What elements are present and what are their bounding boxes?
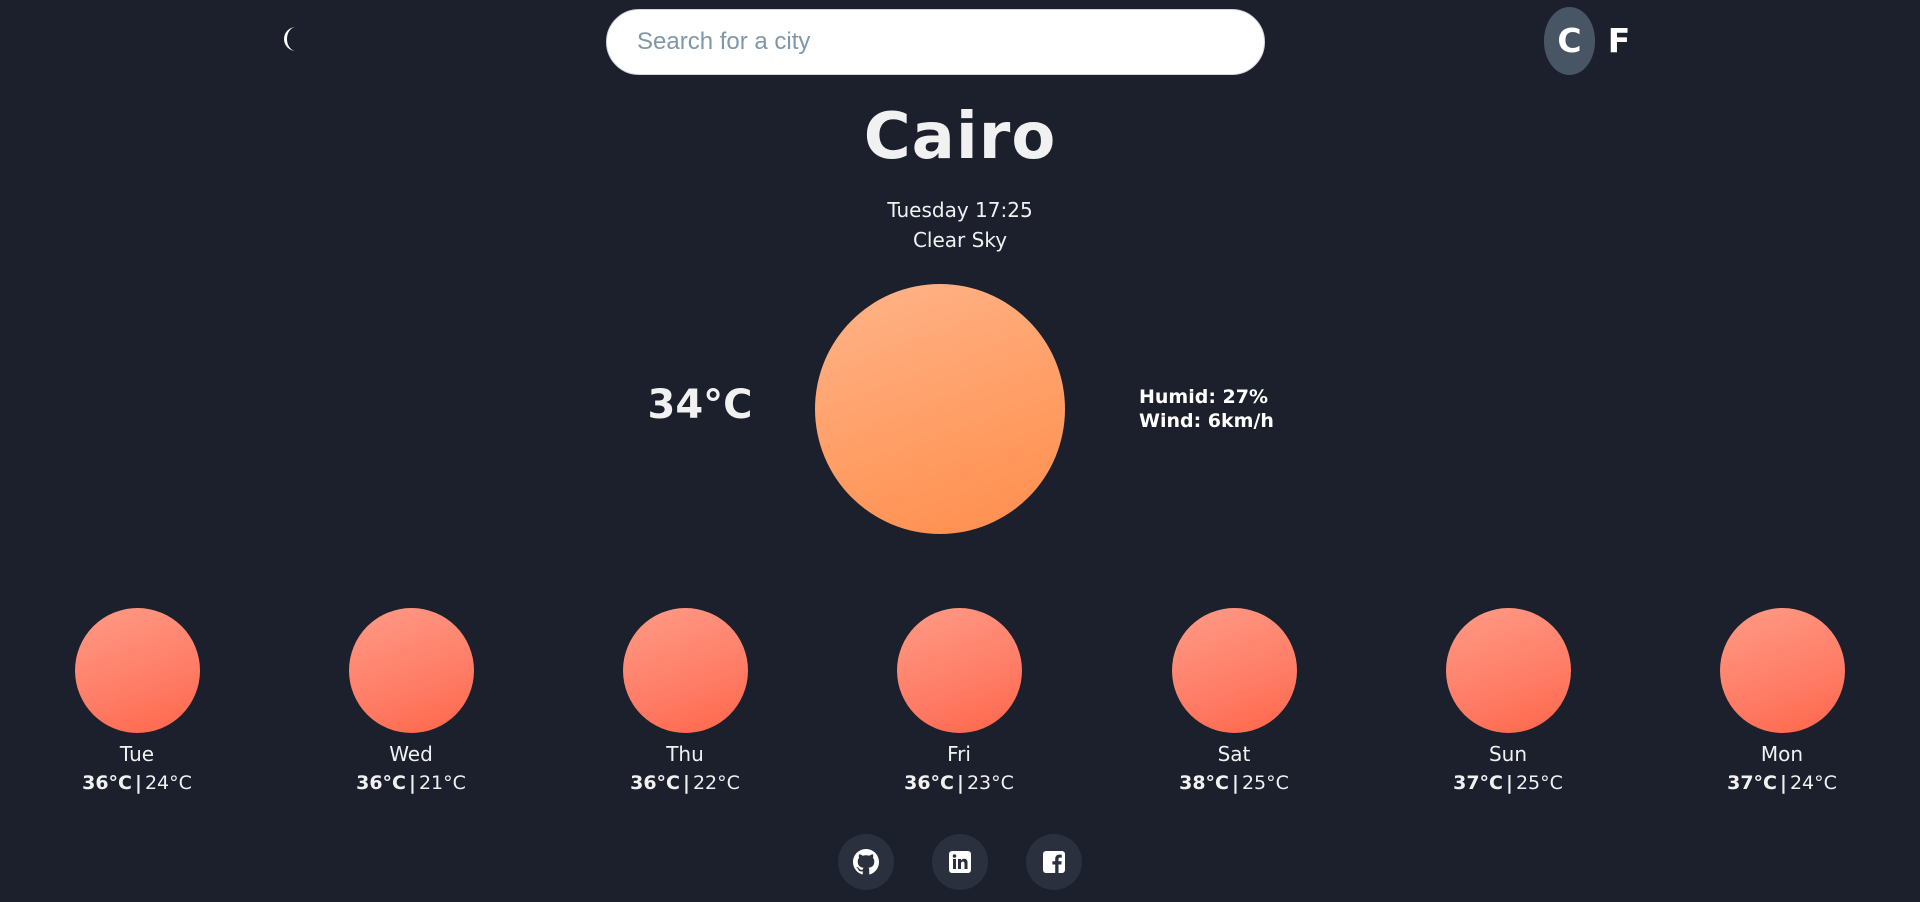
forecast-low: 21°C xyxy=(418,772,466,794)
sun-icon xyxy=(622,608,748,733)
forecast-temps: 37°C | 25°C xyxy=(1453,772,1563,794)
forecast-low: 24°C xyxy=(144,772,192,794)
sun-icon xyxy=(348,608,474,733)
sun-icon xyxy=(896,608,1022,733)
forecast-day-name: Wed xyxy=(389,742,433,766)
current-datetime: Tuesday 17:25 xyxy=(887,198,1033,222)
forecast-low: 24°C xyxy=(1789,772,1837,794)
facebook-icon xyxy=(1043,851,1065,873)
celsius-toggle-button[interactable]: C xyxy=(1544,7,1595,75)
current-condition: Clear Sky xyxy=(912,228,1008,252)
forecast-high: 36°C xyxy=(630,772,680,794)
forecast-high: 38°C xyxy=(1179,772,1229,794)
forecast-day: Tue 36°C | 24°C xyxy=(37,608,237,794)
wind-value: Wind: 6km/h xyxy=(1139,410,1274,432)
sun-icon xyxy=(74,608,200,733)
forecast-day: Mon 37°C | 24°C xyxy=(1682,608,1882,794)
forecast-day: Wed 36°C | 21°C xyxy=(311,608,511,794)
forecast-temps: 38°C | 25°C xyxy=(1179,772,1289,794)
forecast-temps: 36°C | 22°C xyxy=(630,772,740,794)
humidity-value: Humid: 27% xyxy=(1139,386,1269,408)
sun-icon xyxy=(1445,608,1571,733)
forecast-day: Sat 38°C | 25°C xyxy=(1134,608,1334,794)
forecast-day-name: Fri xyxy=(947,742,971,766)
forecast-low: 22°C xyxy=(692,772,740,794)
weather-details: Humid: 27% Wind: 6km/h xyxy=(1139,385,1274,433)
city-name: Cairo xyxy=(863,100,1057,174)
github-icon xyxy=(853,849,879,875)
sun-icon xyxy=(1719,608,1845,733)
forecast-high: 36°C xyxy=(82,772,132,794)
forecast-low: 25°C xyxy=(1515,772,1563,794)
weather-app: C F Cairo Tuesday 17:25 Clear Sky 34°C H… xyxy=(0,0,1920,902)
current-temperature: 34°C xyxy=(647,382,753,428)
forecast-high: 36°C xyxy=(356,772,406,794)
forecast-day-name: Mon xyxy=(1760,742,1804,766)
forecast-day-name: Sun xyxy=(1488,742,1528,766)
linkedin-link[interactable] xyxy=(932,834,988,890)
linkedin-icon xyxy=(949,851,971,873)
sun-icon xyxy=(1171,608,1297,733)
forecast-day-name: Thu xyxy=(666,742,704,766)
moon-icon[interactable] xyxy=(280,26,304,52)
forecast-temps: 37°C | 24°C xyxy=(1727,772,1837,794)
forecast-day: Thu 36°C | 22°C xyxy=(585,608,785,794)
forecast-high: 37°C xyxy=(1453,772,1503,794)
forecast-high: 36°C xyxy=(904,772,954,794)
sun-icon xyxy=(815,284,1065,534)
forecast-day-name: Sat xyxy=(1217,742,1251,766)
forecast-low: 25°C xyxy=(1241,772,1289,794)
forecast-day-name: Tue xyxy=(119,742,155,766)
forecast-temps: 36°C | 24°C xyxy=(82,772,192,794)
forecast-day: Sun 37°C | 25°C xyxy=(1408,608,1608,794)
forecast-low: 23°C xyxy=(966,772,1014,794)
fahrenheit-toggle-button[interactable]: F xyxy=(1599,7,1639,75)
github-link[interactable] xyxy=(838,834,894,890)
forecast-day: Fri 36°C | 23°C xyxy=(859,608,1059,794)
facebook-link[interactable] xyxy=(1026,834,1082,890)
city-search-input[interactable] xyxy=(606,9,1265,75)
forecast-temps: 36°C | 21°C xyxy=(356,772,466,794)
forecast-temps: 36°C | 23°C xyxy=(904,772,1014,794)
forecast-high: 37°C xyxy=(1727,772,1777,794)
